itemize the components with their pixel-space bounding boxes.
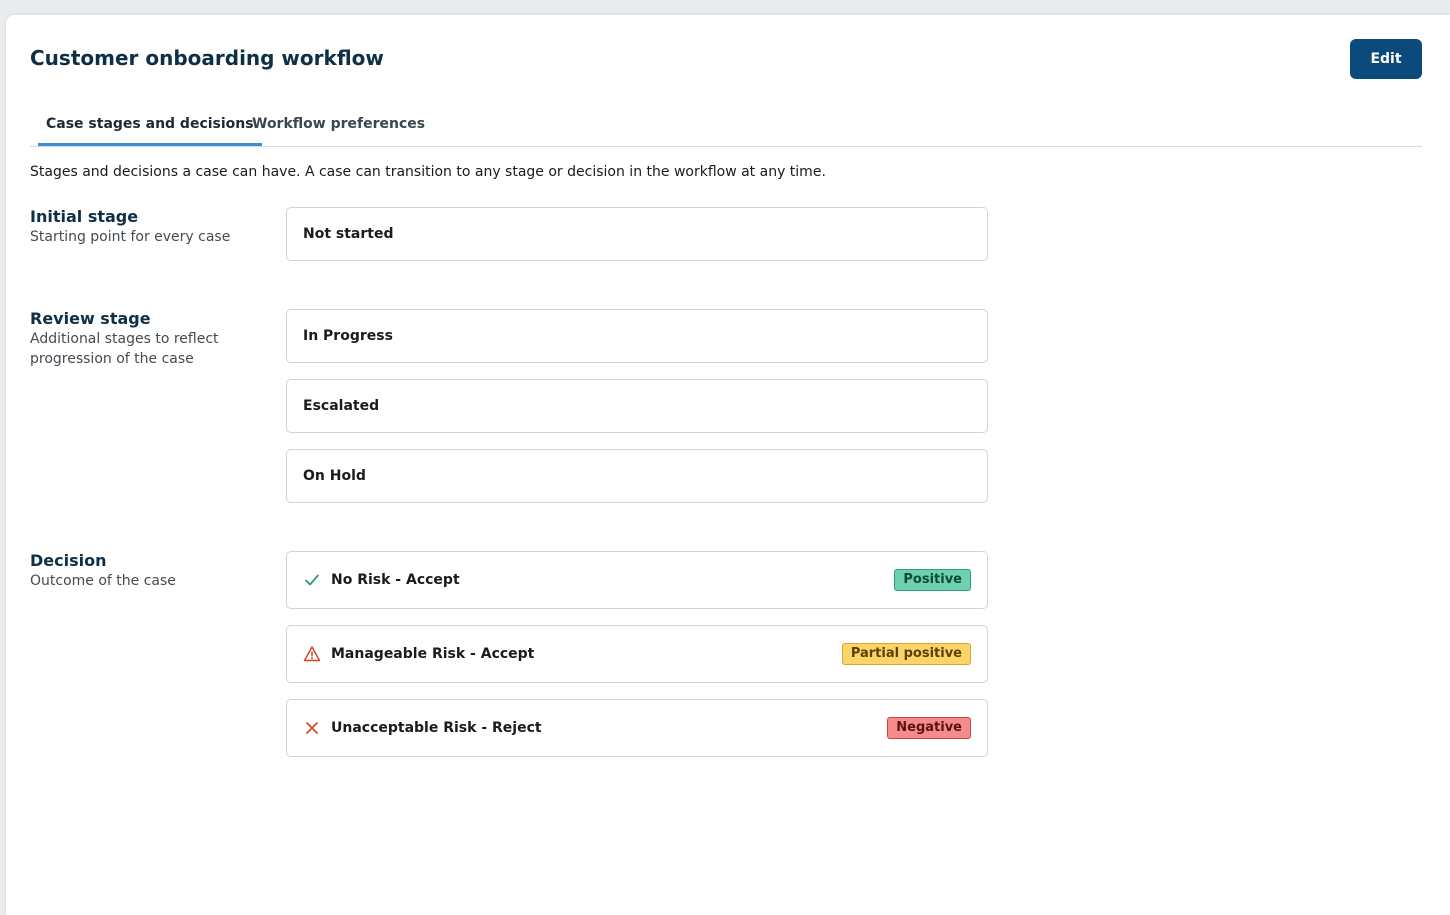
tab-workflow-preferences[interactable]: Workflow preferences: [244, 107, 433, 143]
decision-label: Manageable Risk - Accept: [331, 646, 535, 662]
tab-case-stages[interactable]: Case stages and decisions: [38, 107, 262, 146]
workflow-page: Customer onboarding workflow Edit Case s…: [6, 15, 1450, 915]
status-badge-positive: Positive: [894, 569, 971, 591]
stage-label: Not started: [303, 226, 394, 242]
close-icon: [303, 719, 321, 737]
stage-card-on-hold: On Hold: [286, 449, 988, 503]
review-stage-title: Review stage: [30, 309, 151, 328]
page-title: Customer onboarding workflow: [30, 46, 384, 70]
stage-label: Escalated: [303, 398, 380, 414]
stage-label: In Progress: [303, 328, 393, 344]
stage-card-not-started: Not started: [286, 207, 988, 261]
check-icon: [303, 571, 321, 589]
status-badge-partial-positive: Partial positive: [841, 643, 971, 665]
initial-stage-title: Initial stage: [30, 207, 139, 226]
stage-card-escalated: Escalated: [286, 379, 988, 433]
stage-card-in-progress: In Progress: [286, 309, 988, 363]
tab-bar: Case stages and decisions Workflow prefe…: [30, 107, 1422, 147]
decision-card-manageable-risk: Manageable Risk - Accept Partial positiv…: [286, 625, 988, 683]
decision-subtitle: Outcome of the case: [30, 573, 176, 589]
page-description: Stages and decisions a case can have. A …: [30, 164, 826, 180]
decision-card-no-risk: No Risk - Accept Positive: [286, 551, 988, 609]
status-badge-negative: Negative: [887, 717, 971, 739]
decision-title: Decision: [30, 551, 107, 570]
decision-card-unacceptable-risk: Unacceptable Risk - Reject Negative: [286, 699, 988, 757]
stage-label: On Hold: [303, 468, 366, 484]
decision-label: Unacceptable Risk - Reject: [331, 720, 542, 736]
decision-label: No Risk - Accept: [331, 572, 460, 588]
initial-stage-subtitle: Starting point for every case: [30, 229, 231, 245]
edit-button[interactable]: Edit: [1350, 39, 1422, 79]
warning-icon: [303, 645, 321, 663]
review-stage-subtitle: Additional stages to reflect progression…: [30, 331, 219, 367]
